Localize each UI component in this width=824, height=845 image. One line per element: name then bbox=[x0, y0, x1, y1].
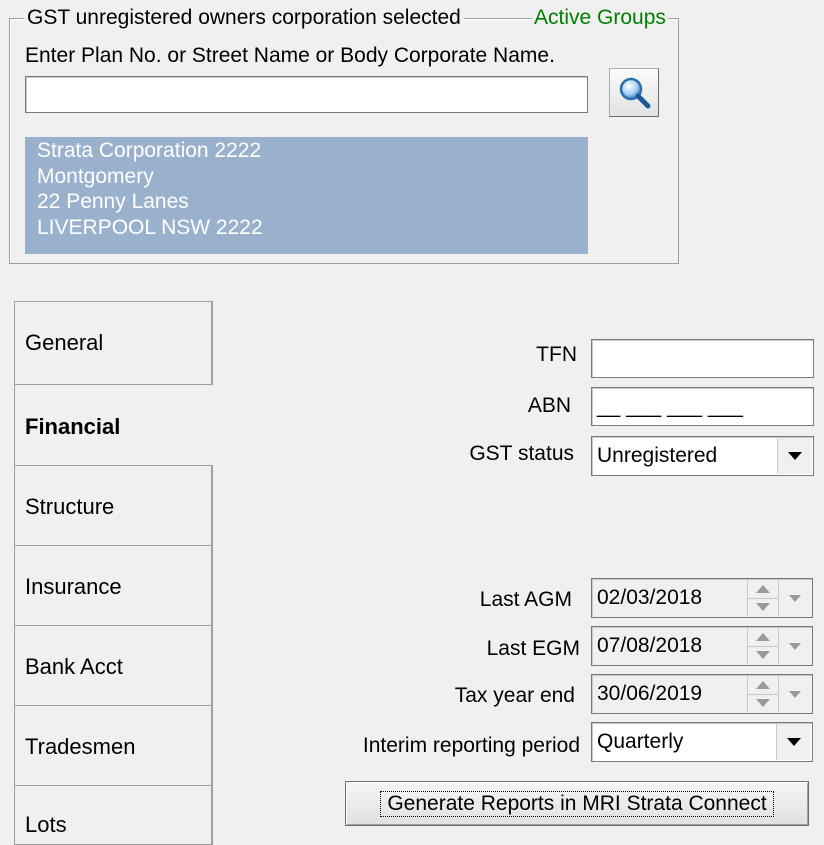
tab-label: Financial bbox=[25, 414, 121, 439]
tab-label: Insurance bbox=[25, 574, 122, 599]
tab-bank-acct[interactable]: Bank Acct bbox=[14, 625, 213, 709]
interim-reporting-select[interactable]: Quarterly bbox=[591, 722, 813, 762]
gst-status-dropdown-button[interactable] bbox=[777, 438, 812, 474]
interim-reporting-dropdown-button[interactable] bbox=[776, 724, 811, 760]
spin-up-icon[interactable] bbox=[748, 580, 778, 599]
tax-year-end-label: Tax year end bbox=[454, 684, 575, 707]
spin-down-icon[interactable] bbox=[748, 646, 778, 664]
tab-financial[interactable]: Financial bbox=[14, 385, 214, 469]
chevron-down-icon bbox=[789, 594, 801, 602]
last-egm-date-picker[interactable]: 07/08/2018 bbox=[591, 626, 813, 666]
tab-label: Bank Acct bbox=[25, 654, 123, 679]
last-agm-value: 02/03/2018 bbox=[597, 586, 703, 609]
tfn-label: TFN bbox=[536, 343, 577, 366]
last-agm-date-picker[interactable]: 02/03/2018 bbox=[591, 578, 813, 618]
last-egm-dropdown-button[interactable] bbox=[778, 628, 811, 664]
last-agm-label: Last AGM bbox=[479, 588, 572, 611]
tab-general[interactable]: General bbox=[14, 301, 213, 385]
search-button[interactable] bbox=[609, 68, 659, 117]
tab-insurance[interactable]: Insurance bbox=[14, 545, 213, 629]
tax-year-end-dropdown-button[interactable] bbox=[778, 676, 811, 712]
generate-reports-button[interactable]: Generate Reports in MRI Strata Connect bbox=[345, 781, 809, 826]
abn-input[interactable]: __ ___ ___ ___ bbox=[591, 387, 814, 426]
chevron-down-icon bbox=[787, 738, 801, 746]
tab-lots[interactable]: Lots bbox=[14, 785, 213, 845]
generate-reports-label: Generate Reports in MRI Strata Connect bbox=[380, 790, 774, 817]
tab-label: Structure bbox=[25, 494, 115, 519]
groupbox-legend: GST unregistered owners corporation sele… bbox=[24, 6, 464, 30]
interim-reporting-label: Interim reporting period bbox=[362, 734, 580, 757]
chevron-down-icon bbox=[788, 452, 802, 460]
active-groups-label: Active Groups bbox=[532, 6, 668, 30]
chevron-down-icon bbox=[789, 690, 801, 698]
last-agm-dropdown-button[interactable] bbox=[778, 580, 811, 616]
last-egm-label: Last EGM bbox=[486, 637, 580, 660]
address-line-suburb: LIVERPOOL NSW 2222 bbox=[37, 215, 263, 239]
address-line-street-name: Montgomery bbox=[37, 164, 154, 188]
spin-down-icon[interactable] bbox=[748, 598, 778, 616]
selected-address-list[interactable]: Strata Corporation 2222 Montgomery 22 Pe… bbox=[25, 137, 588, 254]
tab-structure[interactable]: Structure bbox=[14, 465, 213, 549]
tab-tradesmen[interactable]: Tradesmen bbox=[14, 705, 213, 789]
interim-reporting-value: Quarterly bbox=[597, 730, 684, 753]
gst-status-select[interactable]: Unregistered bbox=[591, 436, 814, 476]
abn-mask: __ ___ ___ ___ bbox=[597, 394, 743, 418]
last-egm-value: 07/08/2018 bbox=[597, 634, 703, 657]
gst-status-label: GST status bbox=[469, 442, 574, 465]
spin-down-icon[interactable] bbox=[748, 694, 778, 712]
tfn-input[interactable] bbox=[591, 339, 814, 378]
spin-up-icon[interactable] bbox=[748, 628, 778, 647]
abn-label: ABN bbox=[527, 394, 571, 417]
last-egm-spinner[interactable] bbox=[747, 628, 778, 664]
chevron-down-icon bbox=[789, 642, 801, 650]
search-label: Enter Plan No. or Street Name or Body Co… bbox=[25, 44, 555, 67]
last-agm-spinner[interactable] bbox=[747, 580, 778, 616]
magnifier-icon bbox=[619, 77, 651, 108]
address-line-name: Strata Corporation 2222 bbox=[37, 139, 262, 162]
tax-year-end-spinner[interactable] bbox=[747, 676, 778, 712]
search-input[interactable] bbox=[25, 76, 588, 113]
tab-label: General bbox=[25, 330, 104, 355]
tax-year-end-date-picker[interactable]: 30/06/2019 bbox=[591, 674, 813, 714]
address-line-street: 22 Penny Lanes bbox=[37, 190, 189, 213]
tab-label: Tradesmen bbox=[25, 734, 136, 759]
tab-label: Lots bbox=[25, 812, 67, 837]
spin-up-icon[interactable] bbox=[748, 676, 778, 695]
tax-year-end-value: 30/06/2019 bbox=[597, 682, 703, 705]
gst-status-value: Unregistered bbox=[597, 444, 718, 467]
